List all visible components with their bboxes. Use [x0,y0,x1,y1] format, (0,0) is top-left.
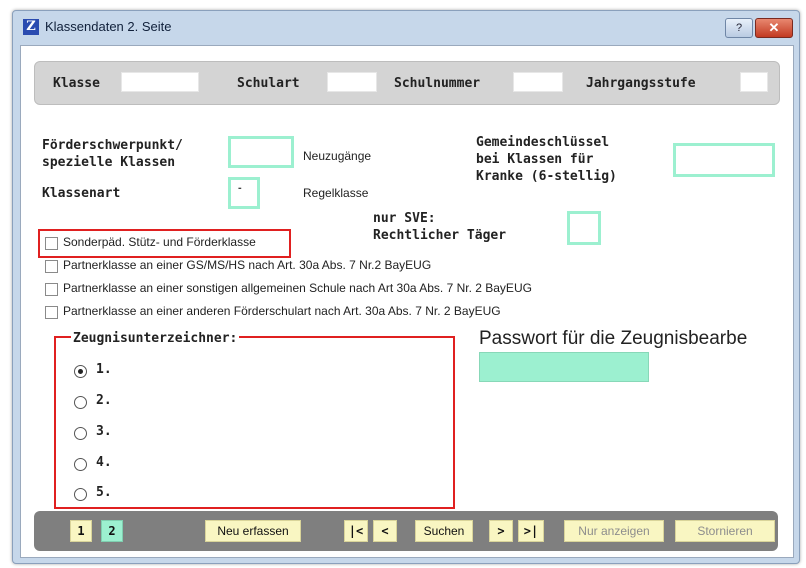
radio-unterzeichner-2[interactable] [74,396,87,409]
radio-label-2: 2. [96,393,112,408]
radio-unterzeichner-5[interactable] [74,488,87,501]
neuzugaenge-text: Neuzugänge [303,149,372,163]
app-icon: Z [23,19,39,35]
checkbox-label-sonderpaed: Sonderpäd. Stütz- und Förderklasse [63,235,256,249]
checkbox-label-partner-foerder: Partnerklasse an einer anderen Fördersch… [63,304,501,318]
first-record-button[interactable]: |< [344,520,368,542]
window-title: Klassendaten 2. Seite [45,19,172,34]
sve-label-line2: Rechtlicher Täger [373,228,507,243]
next-record-button[interactable]: > [489,520,513,542]
page-2-button[interactable]: 2 [101,520,123,542]
foerder-label-line1: Förderschwerpunkt/ [42,138,183,153]
suchen-button[interactable]: Suchen [415,520,473,542]
gemeinde-value [676,146,772,150]
title-bar[interactable]: Z Klassendaten 2. Seite ? ✕ [13,11,799,41]
klasse-field[interactable] [121,72,199,92]
checkbox-label-partner-gs: Partnerklasse an einer GS/MS/HS nach Art… [63,258,432,272]
traeger-value [570,214,598,218]
klassenart-label: Klassenart [42,186,121,201]
sve-label-line1: nur SVE: [373,211,436,226]
bottom-toolbar: 1 2 Neu erfassen |< < Suchen > >| Nur an… [34,511,778,551]
gemeinde-label-line3: Kranke (6-stellig) [476,169,617,184]
client-area: Klasse Schulart Schulnummer Jahrgangsstu… [20,45,794,558]
klasse-label: Klasse [53,76,100,91]
gemeindeschluessel-label: Gemeindeschlüssel bei Klassen für Kranke… [476,134,617,185]
foerderschwerpunkt-field[interactable] [228,136,294,168]
gemeindeschluessel-field[interactable] [673,143,775,177]
sve-label: nur SVE: Rechtlicher Täger [373,210,506,244]
foerder-label-line2: spezielle Klassen [42,155,176,170]
klassenart-field[interactable]: - [228,177,260,209]
radio-unterzeichner-1[interactable] [74,365,87,378]
radio-unterzeichner-4[interactable] [74,458,87,471]
checkbox-partner-foerder[interactable] [45,306,58,319]
header-bar: Klasse Schulart Schulnummer Jahrgangsstu… [34,61,780,105]
close-button[interactable]: ✕ [755,18,793,38]
help-button[interactable]: ? [725,18,753,38]
passwort-label: Passwort für die Zeugnisbearbe [479,328,748,349]
zeugnisunterzeichner-group [54,336,455,509]
jahrgangsstufe-field[interactable] [740,72,768,92]
traeger-field[interactable] [567,211,601,245]
page-1-button[interactable]: 1 [70,520,92,542]
jahrgangsstufe-label: Jahrgangsstufe [586,76,696,91]
schulnummer-field[interactable] [513,72,563,92]
previous-record-button[interactable]: < [373,520,397,542]
checkbox-partner-gs[interactable] [45,260,58,273]
checkbox-label-partner-sonstige: Partnerklasse an einer sonstigen allgeme… [63,281,532,295]
neu-erfassen-button[interactable]: Neu erfassen [205,520,301,542]
radio-label-4: 4. [96,455,112,470]
checkbox-sonderpaed[interactable] [45,237,58,250]
schulnummer-label: Schulnummer [394,76,481,91]
zeugnisunterzeichner-title: Zeugnisunterzeichner: [71,331,240,346]
radio-label-1: 1. [96,362,112,377]
checkbox-partner-sonstige[interactable] [45,283,58,296]
close-icon: ✕ [768,20,780,35]
schulart-label: Schulart [237,76,300,91]
regelklasse-text: Regelklasse [303,186,369,200]
radio-label-5: 5. [96,485,112,500]
gemeinde-label-line2: bei Klassen für [476,152,594,167]
foerderschwerpunkt-label: Förderschwerpunkt/ spezielle Klassen [42,137,183,171]
radio-label-3: 3. [96,424,112,439]
foerder-value [231,139,291,143]
stornieren-button[interactable]: Stornieren [675,520,775,542]
dialog-window: Z Klassendaten 2. Seite ? ✕ Klasse Schul… [12,10,800,564]
nur-anzeigen-button[interactable]: Nur anzeigen [564,520,664,542]
passwort-field[interactable] [479,352,649,382]
radio-unterzeichner-3[interactable] [74,427,87,440]
schulart-field[interactable] [327,72,377,92]
gemeinde-label-line1: Gemeindeschlüssel [476,135,610,150]
klassenart-value: - [238,182,242,194]
last-record-button[interactable]: >| [518,520,544,542]
